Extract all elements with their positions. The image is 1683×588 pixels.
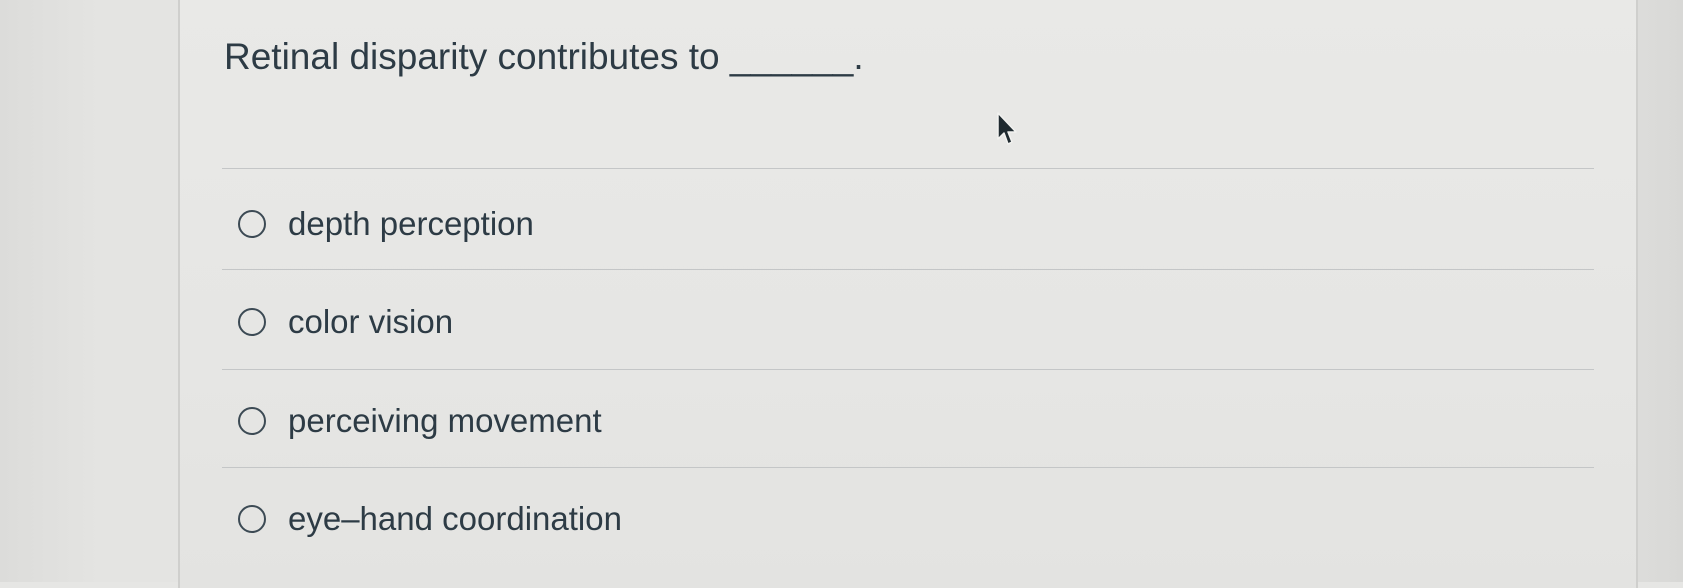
question-text: Retinal disparity contributes to ______.: [224, 36, 864, 77]
answer-option[interactable]: eye–hand coordination: [238, 497, 622, 541]
divider: [222, 369, 1594, 370]
divider: [222, 467, 1594, 468]
divider: [222, 269, 1594, 270]
divider: [222, 168, 1594, 169]
answer-label: perceiving movement: [288, 402, 602, 439]
question-card: Retinal disparity contributes to ______.…: [178, 0, 1638, 588]
radio-button-icon[interactable]: [238, 210, 266, 238]
answer-label: depth perception: [288, 205, 534, 242]
answer-option[interactable]: color vision: [238, 300, 453, 344]
radio-button-icon[interactable]: [238, 505, 266, 533]
answer-option[interactable]: perceiving movement: [238, 399, 602, 443]
answer-option[interactable]: depth perception: [238, 202, 534, 246]
radio-button-icon[interactable]: [238, 308, 266, 336]
answer-label: eye–hand coordination: [288, 500, 622, 537]
mouse-pointer-icon: [997, 112, 1017, 145]
answer-label: color vision: [288, 303, 454, 340]
radio-button-icon[interactable]: [238, 407, 266, 435]
